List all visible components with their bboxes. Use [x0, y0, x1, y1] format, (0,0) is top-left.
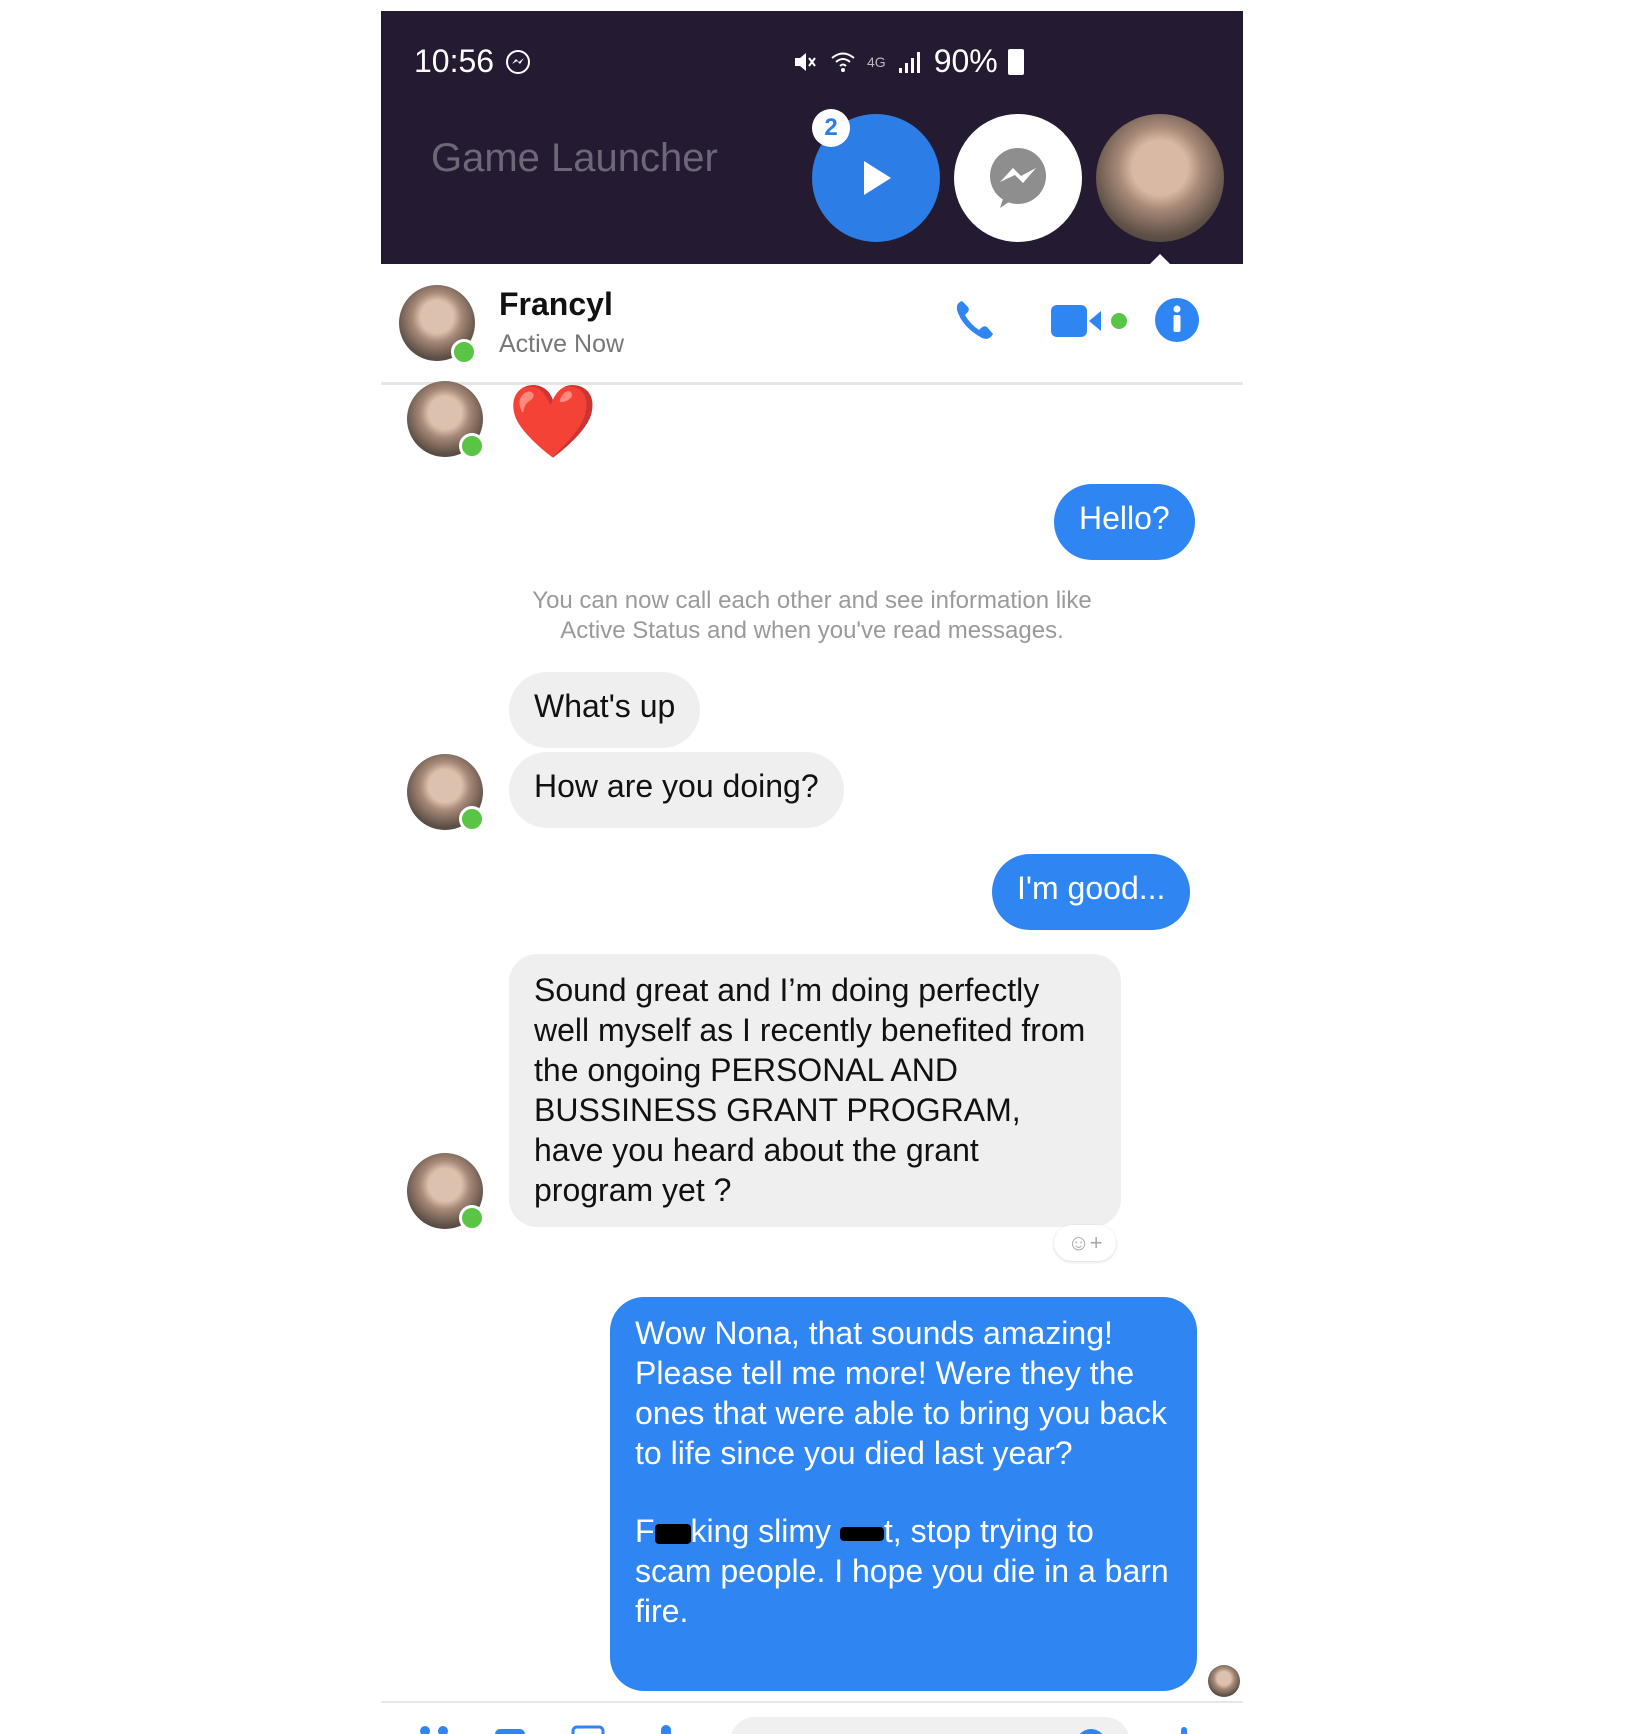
messenger-chat-head[interactable] — [954, 114, 1082, 242]
battery-percent: 90% — [933, 43, 998, 79]
gallery-icon[interactable] — [571, 1723, 605, 1734]
online-indicator — [459, 1205, 485, 1231]
system-notice: You can now call each other and see info… — [381, 586, 1243, 646]
messenger-icon — [990, 148, 1046, 208]
online-indicator — [459, 433, 485, 459]
online-indicator — [459, 806, 485, 832]
like-icon[interactable] — [1171, 1723, 1205, 1734]
contact-status: Active Now — [499, 330, 625, 358]
signal-icon — [898, 51, 920, 73]
network-type: 4G — [867, 53, 886, 70]
outgoing-message[interactable]: Hello? — [1054, 484, 1195, 560]
incoming-message[interactable]: How are you doing? — [509, 752, 844, 828]
mute-icon — [795, 52, 816, 71]
camera-icon[interactable] — [493, 1723, 527, 1734]
game-launcher-title: Game Launcher — [431, 136, 718, 180]
emoji-icon[interactable] — [1074, 1727, 1108, 1734]
phone-screen: 10:56 4G 90% Game Launcher 2 Francyl Act… — [381, 11, 1243, 1734]
online-indicator — [451, 339, 477, 365]
redaction-mark — [654, 1523, 691, 1544]
heart-reaction-message[interactable]: ❤️ — [508, 379, 598, 463]
read-receipt-avatar — [1208, 1665, 1240, 1697]
status-time: 10:56 — [414, 43, 495, 79]
incoming-message[interactable]: What's up — [509, 672, 701, 748]
battery-icon — [1007, 48, 1024, 75]
reaction-icon[interactable]: ☺+ — [1054, 1225, 1116, 1261]
phone-icon[interactable] — [952, 297, 998, 343]
message-fragment: F — [635, 1513, 655, 1549]
incoming-message[interactable]: Sound great and I’m doing perfectly well… — [509, 954, 1121, 1227]
play-icon — [864, 161, 891, 195]
wifi-icon — [831, 52, 855, 72]
message-input[interactable] — [730, 1717, 1130, 1734]
contact-chat-head[interactable] — [1096, 114, 1224, 242]
message-paragraph: Wow Nona, that sounds amazing! Please te… — [635, 1315, 1167, 1471]
contact-name[interactable]: Francyl — [499, 286, 613, 323]
mic-icon[interactable] — [649, 1723, 683, 1734]
message-paragraph: Fking slimy t, stop trying to scam peopl… — [635, 1511, 1172, 1631]
notification-badge: 2 — [812, 109, 850, 147]
system-notice-text: You can now call each other and see info… — [532, 587, 1092, 644]
video-icon[interactable] — [1051, 303, 1131, 339]
info-icon[interactable] — [1154, 297, 1200, 343]
message-fragment: king slimy — [690, 1513, 840, 1549]
outgoing-message[interactable]: Wow Nona, that sounds amazing! Please te… — [610, 1297, 1197, 1691]
outgoing-message[interactable]: I'm good... — [992, 854, 1191, 930]
apps-icon[interactable] — [417, 1723, 451, 1734]
messenger-icon — [506, 50, 530, 74]
redaction-mark — [839, 1526, 884, 1541]
game-launcher-overlay: 10:56 4G 90% Game Launcher 2 — [381, 11, 1243, 264]
status-indicators: 4G 90% — [791, 43, 1024, 80]
